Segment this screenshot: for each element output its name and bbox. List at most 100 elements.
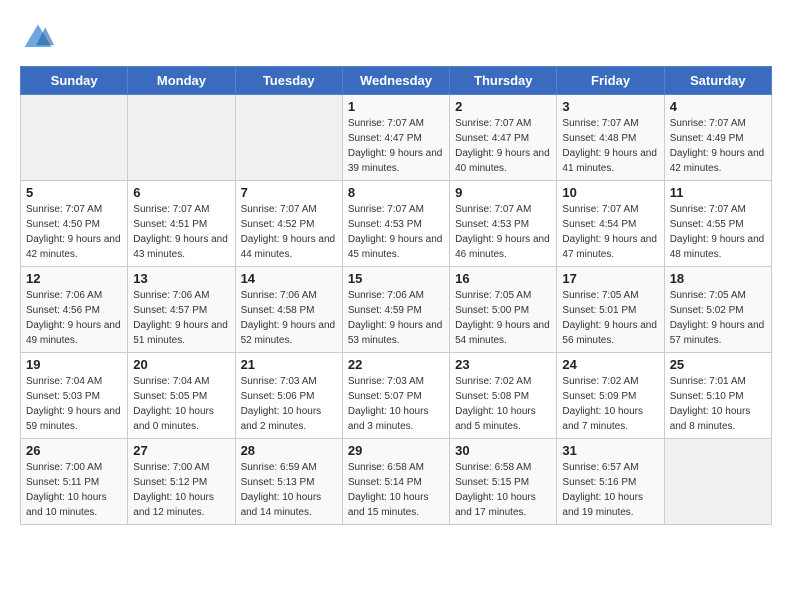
week-row-5: 26 Sunrise: 7:00 AMSunset: 5:11 PMDaylig…: [21, 439, 772, 525]
day-info: Sunrise: 7:07 AMSunset: 4:51 PMDaylight:…: [133, 202, 229, 262]
header: [20, 20, 772, 56]
day-number: 7: [241, 185, 337, 200]
day-info: Sunrise: 7:07 AMSunset: 4:47 PMDaylight:…: [348, 116, 444, 176]
day-number: 22: [348, 357, 444, 372]
day-header-tuesday: Tuesday: [235, 67, 342, 95]
day-info: Sunrise: 7:02 AMSunset: 5:09 PMDaylight:…: [562, 374, 658, 434]
day-cell: 25 Sunrise: 7:01 AMSunset: 5:10 PMDaylig…: [664, 353, 771, 439]
day-cell: 6 Sunrise: 7:07 AMSunset: 4:51 PMDayligh…: [128, 181, 235, 267]
day-number: 30: [455, 443, 551, 458]
day-number: 6: [133, 185, 229, 200]
day-header-thursday: Thursday: [450, 67, 557, 95]
day-cell: 13 Sunrise: 7:06 AMSunset: 4:57 PMDaylig…: [128, 267, 235, 353]
day-number: 2: [455, 99, 551, 114]
day-info: Sunrise: 7:03 AMSunset: 5:06 PMDaylight:…: [241, 374, 337, 434]
day-cell: 1 Sunrise: 7:07 AMSunset: 4:47 PMDayligh…: [342, 95, 449, 181]
day-number: 4: [670, 99, 766, 114]
day-number: 17: [562, 271, 658, 286]
day-cell: 17 Sunrise: 7:05 AMSunset: 5:01 PMDaylig…: [557, 267, 664, 353]
day-cell: [21, 95, 128, 181]
calendar-table: SundayMondayTuesdayWednesdayThursdayFrid…: [20, 66, 772, 525]
day-info: Sunrise: 7:00 AMSunset: 5:11 PMDaylight:…: [26, 460, 122, 520]
day-number: 18: [670, 271, 766, 286]
day-info: Sunrise: 7:04 AMSunset: 5:03 PMDaylight:…: [26, 374, 122, 434]
day-info: Sunrise: 7:05 AMSunset: 5:01 PMDaylight:…: [562, 288, 658, 348]
day-cell: [664, 439, 771, 525]
day-cell: 7 Sunrise: 7:07 AMSunset: 4:52 PMDayligh…: [235, 181, 342, 267]
day-info: Sunrise: 7:04 AMSunset: 5:05 PMDaylight:…: [133, 374, 229, 434]
day-info: Sunrise: 7:03 AMSunset: 5:07 PMDaylight:…: [348, 374, 444, 434]
day-cell: 9 Sunrise: 7:07 AMSunset: 4:53 PMDayligh…: [450, 181, 557, 267]
day-number: 13: [133, 271, 229, 286]
day-cell: 24 Sunrise: 7:02 AMSunset: 5:09 PMDaylig…: [557, 353, 664, 439]
day-number: 12: [26, 271, 122, 286]
day-number: 10: [562, 185, 658, 200]
day-number: 15: [348, 271, 444, 286]
day-number: 9: [455, 185, 551, 200]
day-number: 25: [670, 357, 766, 372]
day-info: Sunrise: 7:05 AMSunset: 5:02 PMDaylight:…: [670, 288, 766, 348]
day-cell: 2 Sunrise: 7:07 AMSunset: 4:47 PMDayligh…: [450, 95, 557, 181]
day-cell: 18 Sunrise: 7:05 AMSunset: 5:02 PMDaylig…: [664, 267, 771, 353]
day-cell: 10 Sunrise: 7:07 AMSunset: 4:54 PMDaylig…: [557, 181, 664, 267]
week-row-4: 19 Sunrise: 7:04 AMSunset: 5:03 PMDaylig…: [21, 353, 772, 439]
day-cell: 20 Sunrise: 7:04 AMSunset: 5:05 PMDaylig…: [128, 353, 235, 439]
day-cell: 26 Sunrise: 7:00 AMSunset: 5:11 PMDaylig…: [21, 439, 128, 525]
day-info: Sunrise: 7:07 AMSunset: 4:49 PMDaylight:…: [670, 116, 766, 176]
day-info: Sunrise: 6:57 AMSunset: 5:16 PMDaylight:…: [562, 460, 658, 520]
day-info: Sunrise: 6:58 AMSunset: 5:14 PMDaylight:…: [348, 460, 444, 520]
day-cell: 15 Sunrise: 7:06 AMSunset: 4:59 PMDaylig…: [342, 267, 449, 353]
day-header-wednesday: Wednesday: [342, 67, 449, 95]
day-info: Sunrise: 7:01 AMSunset: 5:10 PMDaylight:…: [670, 374, 766, 434]
day-info: Sunrise: 7:07 AMSunset: 4:53 PMDaylight:…: [348, 202, 444, 262]
day-info: Sunrise: 7:00 AMSunset: 5:12 PMDaylight:…: [133, 460, 229, 520]
day-info: Sunrise: 7:06 AMSunset: 4:58 PMDaylight:…: [241, 288, 337, 348]
day-number: 11: [670, 185, 766, 200]
day-info: Sunrise: 7:05 AMSunset: 5:00 PMDaylight:…: [455, 288, 551, 348]
day-cell: 11 Sunrise: 7:07 AMSunset: 4:55 PMDaylig…: [664, 181, 771, 267]
logo: [20, 20, 62, 56]
day-info: Sunrise: 7:07 AMSunset: 4:55 PMDaylight:…: [670, 202, 766, 262]
day-cell: 3 Sunrise: 7:07 AMSunset: 4:48 PMDayligh…: [557, 95, 664, 181]
day-info: Sunrise: 7:07 AMSunset: 4:48 PMDaylight:…: [562, 116, 658, 176]
day-cell: 28 Sunrise: 6:59 AMSunset: 5:13 PMDaylig…: [235, 439, 342, 525]
day-cell: 21 Sunrise: 7:03 AMSunset: 5:06 PMDaylig…: [235, 353, 342, 439]
day-number: 20: [133, 357, 229, 372]
day-info: Sunrise: 6:59 AMSunset: 5:13 PMDaylight:…: [241, 460, 337, 520]
day-cell: 30 Sunrise: 6:58 AMSunset: 5:15 PMDaylig…: [450, 439, 557, 525]
day-number: 19: [26, 357, 122, 372]
day-header-saturday: Saturday: [664, 67, 771, 95]
day-cell: 16 Sunrise: 7:05 AMSunset: 5:00 PMDaylig…: [450, 267, 557, 353]
week-row-1: 1 Sunrise: 7:07 AMSunset: 4:47 PMDayligh…: [21, 95, 772, 181]
header-row: SundayMondayTuesdayWednesdayThursdayFrid…: [21, 67, 772, 95]
day-cell: 19 Sunrise: 7:04 AMSunset: 5:03 PMDaylig…: [21, 353, 128, 439]
day-number: 27: [133, 443, 229, 458]
week-row-2: 5 Sunrise: 7:07 AMSunset: 4:50 PMDayligh…: [21, 181, 772, 267]
day-number: 29: [348, 443, 444, 458]
day-info: Sunrise: 7:06 AMSunset: 4:56 PMDaylight:…: [26, 288, 122, 348]
day-header-monday: Monday: [128, 67, 235, 95]
day-info: Sunrise: 6:58 AMSunset: 5:15 PMDaylight:…: [455, 460, 551, 520]
day-cell: 4 Sunrise: 7:07 AMSunset: 4:49 PMDayligh…: [664, 95, 771, 181]
day-info: Sunrise: 7:07 AMSunset: 4:52 PMDaylight:…: [241, 202, 337, 262]
day-info: Sunrise: 7:07 AMSunset: 4:53 PMDaylight:…: [455, 202, 551, 262]
day-number: 23: [455, 357, 551, 372]
day-number: 26: [26, 443, 122, 458]
day-number: 1: [348, 99, 444, 114]
day-info: Sunrise: 7:02 AMSunset: 5:08 PMDaylight:…: [455, 374, 551, 434]
day-info: Sunrise: 7:06 AMSunset: 4:59 PMDaylight:…: [348, 288, 444, 348]
day-info: Sunrise: 7:07 AMSunset: 4:54 PMDaylight:…: [562, 202, 658, 262]
day-cell: 5 Sunrise: 7:07 AMSunset: 4:50 PMDayligh…: [21, 181, 128, 267]
day-number: 31: [562, 443, 658, 458]
day-number: 21: [241, 357, 337, 372]
day-cell: 8 Sunrise: 7:07 AMSunset: 4:53 PMDayligh…: [342, 181, 449, 267]
day-number: 3: [562, 99, 658, 114]
day-number: 28: [241, 443, 337, 458]
day-cell: [235, 95, 342, 181]
day-cell: 27 Sunrise: 7:00 AMSunset: 5:12 PMDaylig…: [128, 439, 235, 525]
day-cell: 22 Sunrise: 7:03 AMSunset: 5:07 PMDaylig…: [342, 353, 449, 439]
week-row-3: 12 Sunrise: 7:06 AMSunset: 4:56 PMDaylig…: [21, 267, 772, 353]
day-number: 24: [562, 357, 658, 372]
day-cell: 29 Sunrise: 6:58 AMSunset: 5:14 PMDaylig…: [342, 439, 449, 525]
day-info: Sunrise: 7:07 AMSunset: 4:50 PMDaylight:…: [26, 202, 122, 262]
